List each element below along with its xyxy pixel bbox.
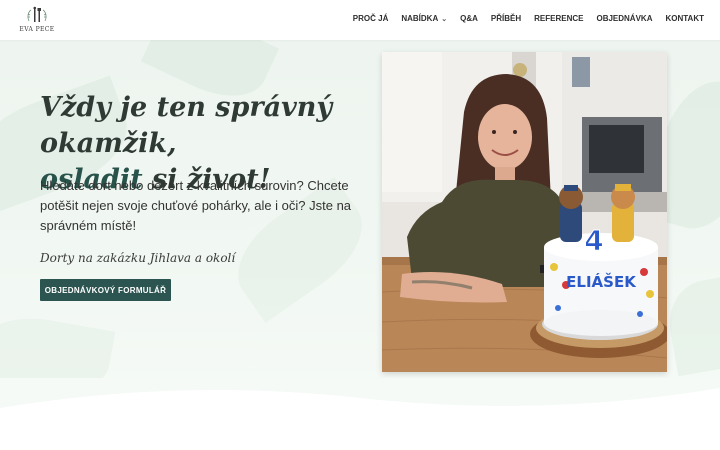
nav-item-kontakt[interactable]: KONTAKT <box>665 14 704 23</box>
logo-text: EVA PECE <box>19 26 55 33</box>
nav-label: REFERENCE <box>534 14 584 23</box>
order-form-button[interactable]: OBJEDNÁVKOVÝ FORMULÁŘ <box>40 279 171 301</box>
hero-intro-text: Hledáte dort nebo dezert z kvalitních su… <box>40 178 352 233</box>
nav-label: PROČ JÁ <box>352 14 389 23</box>
nav-item-qa[interactable]: Q&A <box>460 14 478 23</box>
nav-item-nabidka[interactable]: NABÍDKA ⌄ <box>401 14 447 23</box>
nav-item-proc-ja[interactable]: PROČ JÁ <box>353 14 389 23</box>
hero-section: Vždy je ten správný okamžik, osladit si … <box>0 40 720 400</box>
decorative-leaf <box>662 273 720 377</box>
nav-label: NABÍDKA <box>401 14 439 23</box>
nav-item-objednavka[interactable]: OBJEDNÁVKA <box>596 14 652 23</box>
baker-with-cake-image: ELIÁŠEK 4 <box>382 52 667 372</box>
main-navigation: PROČ JÁ NABÍDKA ⌄ Q&A PŘÍBĚH REFERENCE OB… <box>340 14 704 23</box>
hero-tagline: Dorty na zakázku Jihlava a okolí <box>40 251 236 265</box>
nav-label: OBJEDNÁVKA <box>596 14 653 23</box>
cake-name-text: ELIÁŠEK <box>566 272 637 291</box>
hero-photo: ELIÁŠEK 4 <box>382 52 667 372</box>
site-logo[interactable]: EVA PECE <box>18 5 56 35</box>
headline-line: Vždy je ten správný okamžik, <box>40 92 333 159</box>
nav-label: KONTAKT <box>665 14 704 23</box>
nav-item-reference[interactable]: REFERENCE <box>534 14 583 23</box>
nav-label: PŘÍBĚH <box>490 14 522 23</box>
whisk-utensils-icon <box>27 6 47 22</box>
cake-number-text: 4 <box>584 224 603 257</box>
section-divider-wave <box>0 378 720 450</box>
nav-label: Q&A <box>460 14 478 23</box>
chevron-down-icon: ⌄ <box>441 15 448 23</box>
site-header: EVA PECE PROČ JÁ NABÍDKA ⌄ Q&A PŘÍBĚH REF… <box>0 0 720 40</box>
nav-item-pribeh[interactable]: PŘÍBĚH <box>491 14 521 23</box>
